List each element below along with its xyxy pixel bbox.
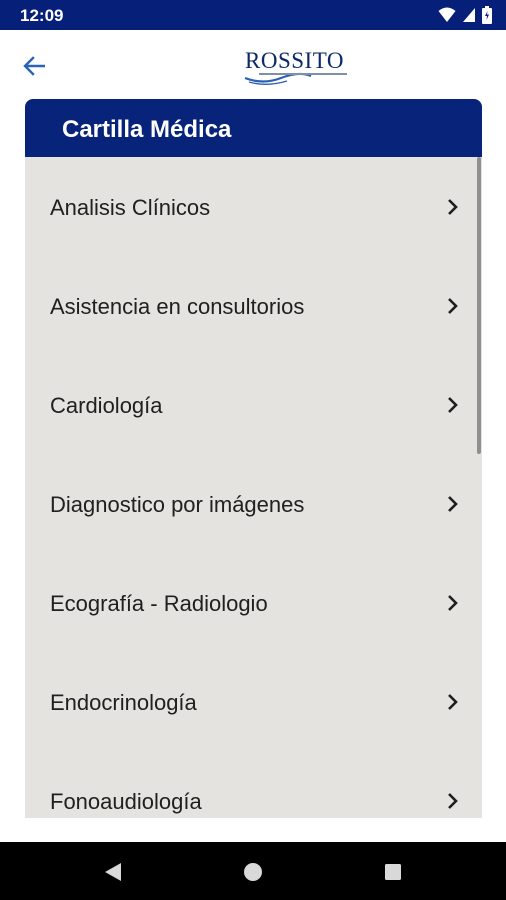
nav-back-button[interactable] [101, 860, 125, 884]
app-bar: ROSSITO [0, 30, 506, 98]
wifi-icon [438, 7, 456, 22]
signal-icon [463, 8, 475, 22]
card-title: Cartilla Médica [62, 116, 232, 143]
chevron-right-icon [448, 793, 458, 809]
status-icons [438, 5, 492, 25]
list-item-ecografia-radiologio[interactable]: Ecografía - Radiologio [25, 553, 482, 653]
nav-home-button[interactable] [241, 860, 265, 884]
nav-recents-button[interactable] [381, 860, 405, 884]
status-time: 12:09 [20, 6, 64, 25]
specialty-list[interactable]: Analisis Clínicos Asistencia en consulto… [25, 157, 482, 818]
list-item-endocrinologia[interactable]: Endocrinología [25, 652, 482, 752]
list-item-fonoaudiologia[interactable]: Fonoaudiología [25, 751, 482, 818]
arrow-left-icon [23, 56, 45, 76]
list-item-diagnostico-imagenes[interactable]: Diagnostico por imágenes [25, 454, 482, 554]
logo-subtitle [259, 73, 347, 75]
list-item-label: Endocrinología [50, 690, 197, 715]
battery-icon [482, 6, 492, 24]
recents-square-icon [385, 864, 401, 880]
list-item-label: Ecografía - Radiologio [50, 591, 268, 616]
list-item-label: Fonoaudiología [50, 789, 202, 814]
chevron-right-icon [448, 496, 458, 512]
card-header: Cartilla Médica [25, 99, 482, 157]
list-scrollbar[interactable] [477, 157, 481, 454]
back-triangle-icon [105, 863, 121, 881]
list-item-label: Analisis Clínicos [50, 195, 211, 220]
chevron-right-icon [448, 595, 458, 611]
home-circle-icon [244, 863, 262, 881]
system-nav-bar [0, 842, 506, 900]
list-item-label: Cardiología [50, 393, 163, 418]
list-item-label: Diagnostico por imágenes [50, 492, 305, 517]
list-item-label: Asistencia en consultorios [50, 294, 305, 319]
chevron-right-icon [448, 298, 458, 314]
list-item-asistencia-consultorios[interactable]: Asistencia en consultorios [25, 256, 482, 356]
chevron-right-icon [448, 397, 458, 413]
chevron-right-icon [448, 694, 458, 710]
chevron-right-icon [448, 199, 458, 215]
status-bar: 12:09 [0, 0, 506, 30]
logo: ROSSITO [243, 46, 353, 86]
list-item-cardiologia[interactable]: Cardiología [25, 355, 482, 455]
back-button[interactable] [18, 50, 50, 82]
list-item-analisis-clinicos[interactable]: Analisis Clínicos [25, 157, 482, 257]
